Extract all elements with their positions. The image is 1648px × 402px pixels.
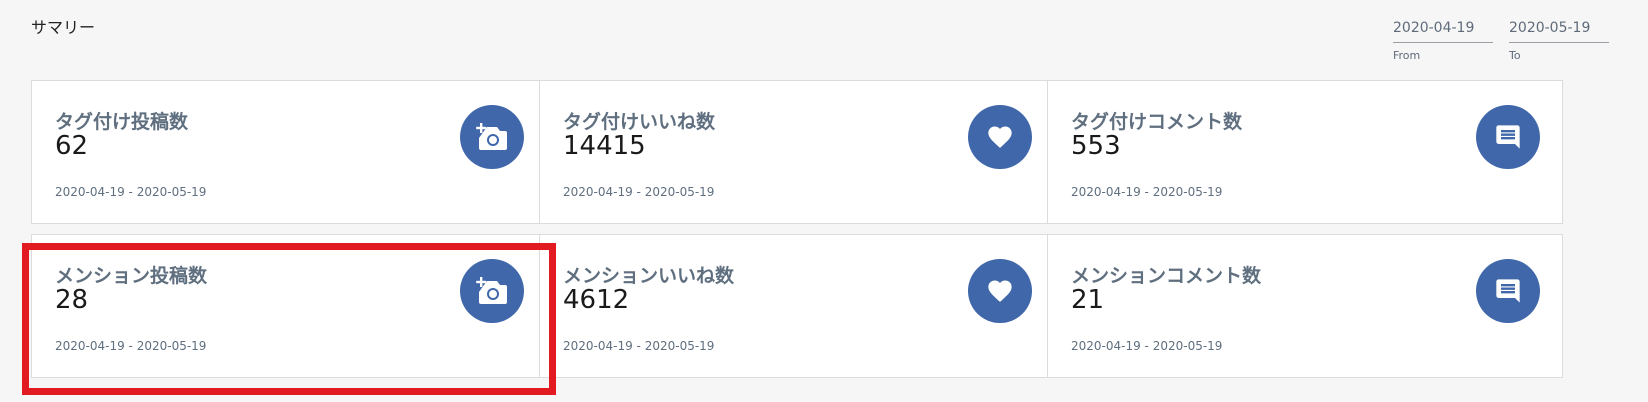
card-date-range: 2020-04-19 - 2020-05-19 bbox=[55, 185, 207, 199]
from-label: From bbox=[1393, 49, 1421, 62]
highlight-box bbox=[22, 243, 556, 395]
add-photo-icon bbox=[460, 105, 524, 169]
heart-icon bbox=[968, 105, 1032, 169]
card-date-range: 2020-04-19 - 2020-05-19 bbox=[1071, 339, 1223, 353]
card-value: 4612 bbox=[563, 285, 630, 315]
card-label: メンションコメント数 bbox=[1071, 265, 1262, 287]
card-tagged-likes: タグ付けいいね数 14415 2020-04-19 - 2020-05-19 bbox=[539, 80, 1055, 224]
card-mention-likes: メンションいいね数 4612 2020-04-19 - 2020-05-19 bbox=[539, 234, 1055, 378]
card-label: タグ付けいいね数 bbox=[563, 111, 716, 133]
card-label: タグ付けコメント数 bbox=[1071, 111, 1243, 133]
card-tagged-posts: タグ付け投稿数 62 2020-04-19 - 2020-05-19 bbox=[31, 80, 547, 224]
card-value: 553 bbox=[1071, 131, 1121, 161]
from-date-field[interactable]: From bbox=[1393, 20, 1493, 62]
card-value: 21 bbox=[1071, 285, 1105, 315]
card-label: タグ付け投稿数 bbox=[55, 111, 189, 133]
card-date-range: 2020-04-19 - 2020-05-19 bbox=[563, 339, 715, 353]
summary-title: サマリー bbox=[31, 18, 96, 37]
to-label: To bbox=[1509, 49, 1521, 62]
comment-icon bbox=[1476, 105, 1540, 169]
card-date-range: 2020-04-19 - 2020-05-19 bbox=[1071, 185, 1223, 199]
card-tagged-comments: タグ付けコメント数 553 2020-04-19 - 2020-05-19 bbox=[1047, 80, 1563, 224]
card-value: 62 bbox=[55, 131, 89, 161]
heart-icon bbox=[968, 259, 1032, 323]
card-mention-comments: メンションコメント数 21 2020-04-19 - 2020-05-19 bbox=[1047, 234, 1563, 378]
card-value: 14415 bbox=[563, 131, 646, 161]
comment-icon bbox=[1476, 259, 1540, 323]
card-date-range: 2020-04-19 - 2020-05-19 bbox=[563, 185, 715, 199]
to-date-input[interactable] bbox=[1509, 20, 1609, 43]
from-date-input[interactable] bbox=[1393, 20, 1493, 43]
card-label: メンションいいね数 bbox=[563, 265, 735, 287]
to-date-field[interactable]: To bbox=[1509, 20, 1609, 62]
